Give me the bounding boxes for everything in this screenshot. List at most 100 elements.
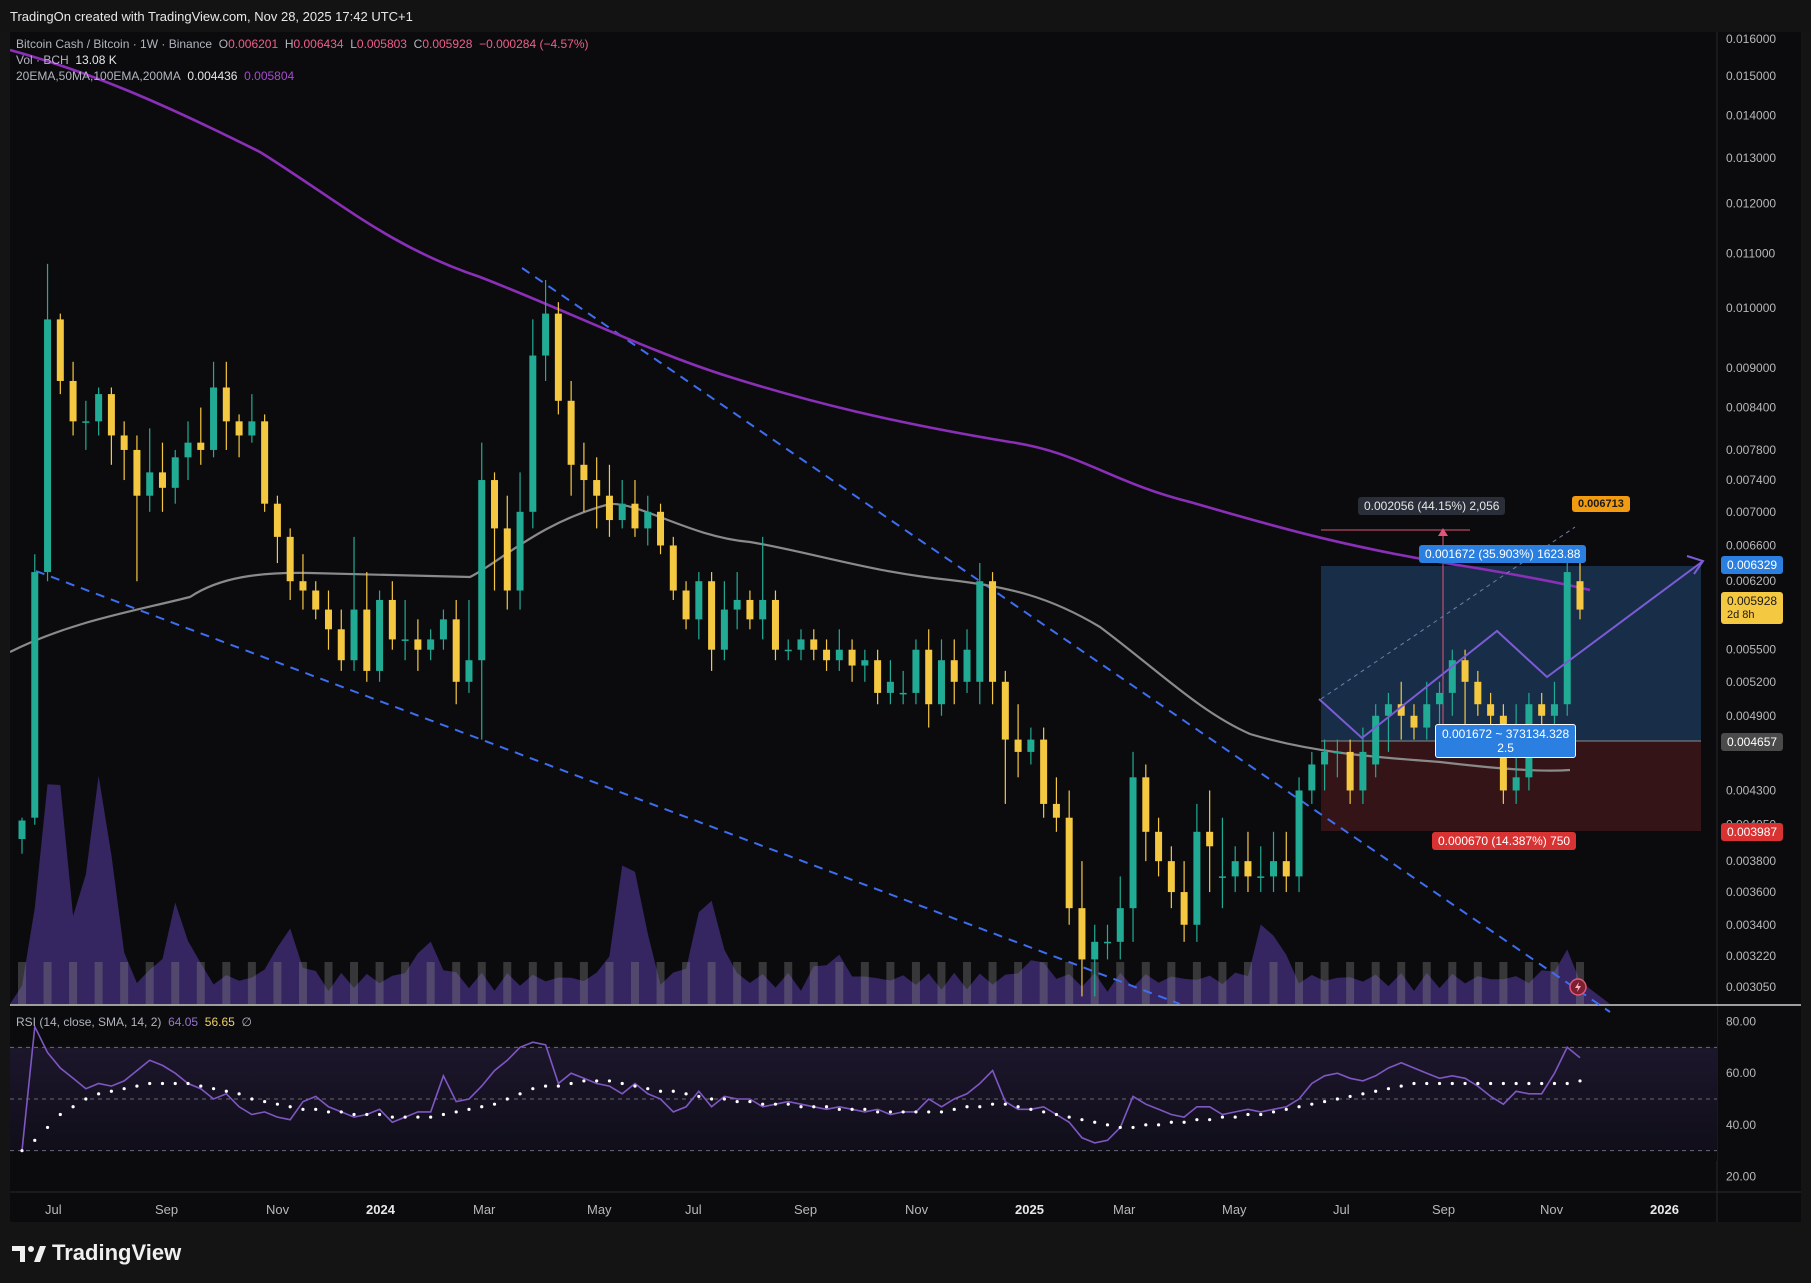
price-tick-label: 0.006600 (1726, 538, 1776, 552)
rsi-sma-dot (211, 1087, 216, 1091)
candle-body (401, 639, 409, 641)
candle-body (478, 480, 486, 661)
candle-body (1040, 739, 1048, 804)
candle-body (1372, 715, 1380, 765)
candle-body (554, 313, 562, 401)
candle-body (376, 599, 384, 671)
time-tick-label: Sep (1432, 1202, 1455, 1217)
price-tick-label: 0.003600 (1726, 885, 1776, 899)
candle-body (1282, 861, 1290, 877)
rsi-sma-dot (607, 1079, 612, 1083)
rsi-sma-dot (1374, 1089, 1378, 1093)
rsi-sma-dot (1029, 1107, 1033, 1111)
legend-symbol-row: Bitcoin Cash / Bitcoin · 1W · Binance O0… (16, 37, 589, 51)
candle-body (1410, 715, 1418, 728)
time-tick-label: May (1222, 1202, 1247, 1217)
rsi-sma-dot (799, 1105, 803, 1109)
rsi-sma-dot (1540, 1081, 1544, 1086)
volume-bar (911, 962, 920, 1004)
lightning-icon[interactable] (1569, 978, 1587, 996)
rsi-sma-dot (173, 1081, 177, 1086)
volume-bar (1269, 962, 1278, 1004)
price-tick-label: 0.004900 (1726, 709, 1776, 723)
stop-box-tag[interactable]: 0.000670 (14.387%) 750 (1432, 832, 1577, 850)
candle-body (1436, 692, 1444, 705)
rsi-sma-dot (33, 1138, 37, 1142)
volume-bar (733, 962, 742, 1004)
candle-body (1512, 777, 1520, 791)
rsi-sma-dot (1565, 1081, 1569, 1086)
low-value: 0.005803 (356, 37, 407, 51)
target-box-tag[interactable]: 0.001672 (35.903%) 1623.88 (1419, 545, 1587, 563)
volume-bar (1371, 962, 1380, 1004)
volume-bar (682, 962, 691, 1004)
rsi-sma-dot (1054, 1112, 1059, 1117)
price-tick-label: 0.008400 (1726, 401, 1776, 415)
rsi-sma-dot (939, 1110, 944, 1114)
rsi-sma-dot (1156, 1123, 1161, 1127)
brand-logo[interactable]: TradingView (12, 1240, 181, 1266)
volume-bar (1346, 962, 1355, 1004)
volume-bar (273, 962, 282, 1004)
candle-body (120, 435, 128, 450)
chart-frame[interactable]: 0.016000 0.015000 0.014000 0.013000 0.012000… (10, 32, 1801, 1222)
candle-body (18, 820, 26, 840)
rsi-sma-dot (250, 1097, 254, 1101)
volume-bar (860, 962, 869, 1004)
candle-body (1193, 831, 1201, 925)
chart-canvas[interactable]: 0.016000 0.015000 0.014000 0.013000 0.012000… (10, 32, 1801, 1222)
rsi-sma-dot (1131, 1125, 1135, 1130)
candle-body (899, 692, 907, 695)
volume-bar (350, 962, 359, 1004)
target-price-tag[interactable]: 0.006713 (1572, 496, 1630, 512)
candle-body (976, 581, 984, 682)
candle-body (567, 400, 575, 465)
rsi-sma-dot (1463, 1081, 1467, 1086)
candle-body (1142, 777, 1150, 832)
candle-body (146, 472, 154, 496)
rsi-sma-dot (671, 1089, 675, 1093)
rsi-sma-dot (1144, 1123, 1148, 1127)
rsi-sma-dot (1386, 1087, 1391, 1091)
volume-bar (1218, 962, 1227, 1004)
rsi-sma-dot (710, 1097, 714, 1101)
candle-body (529, 355, 537, 512)
rsi-sma-dot (1118, 1125, 1122, 1130)
rsi-sma-dot (429, 1115, 433, 1119)
candle-body (657, 511, 665, 546)
rsi-sma-dot (824, 1105, 829, 1109)
candle-body (605, 495, 613, 521)
candle-body (82, 421, 90, 423)
volume-bar (1167, 962, 1176, 1004)
rsi-sma-dot (365, 1112, 369, 1117)
volume-bar (222, 962, 231, 1004)
candle-body (414, 639, 422, 650)
rsi-sma-dot (518, 1092, 522, 1096)
risk-reward-tag[interactable]: 0.001672 ~ 373134.328 2.5 (1435, 724, 1577, 758)
rsi-sma-dot (1412, 1081, 1416, 1086)
rsi-sma-dot (454, 1110, 458, 1114)
legend-rsi-row: RSI (14, close, SMA, 14, 2) 64.05 56.65 … (16, 1015, 252, 1029)
rsi-sma-dot (1042, 1110, 1046, 1114)
time-tick-label: Jul (685, 1202, 702, 1217)
price-tick-label: 0.005500 (1726, 643, 1776, 657)
rsi-sma-dot (20, 1149, 24, 1153)
rsi-sma-dot (1476, 1081, 1480, 1086)
time-tick-label: Jul (1333, 1202, 1350, 1217)
time-tick-label: Nov (266, 1202, 290, 1217)
candle-body (593, 480, 601, 496)
rsi-sma-dot (377, 1112, 382, 1117)
range-top-tag[interactable]: 0.002056 (44.15%) 2,056 (1358, 497, 1506, 515)
price-tick-label: 0.005200 (1726, 675, 1776, 689)
candle-body (350, 609, 358, 661)
rsi-sma-dot (773, 1102, 778, 1106)
time-tick-label: Sep (155, 1202, 178, 1217)
volume-bar (707, 962, 716, 1004)
volume-bar (1448, 962, 1457, 1004)
candle-body (835, 649, 843, 661)
price-pane (10, 32, 1717, 1004)
volume-bar (171, 962, 180, 1004)
volume-bar (886, 962, 895, 1004)
rsi-sma-dot (582, 1079, 586, 1083)
header-caption: TradingOn created with TradingView.com, … (10, 9, 413, 24)
